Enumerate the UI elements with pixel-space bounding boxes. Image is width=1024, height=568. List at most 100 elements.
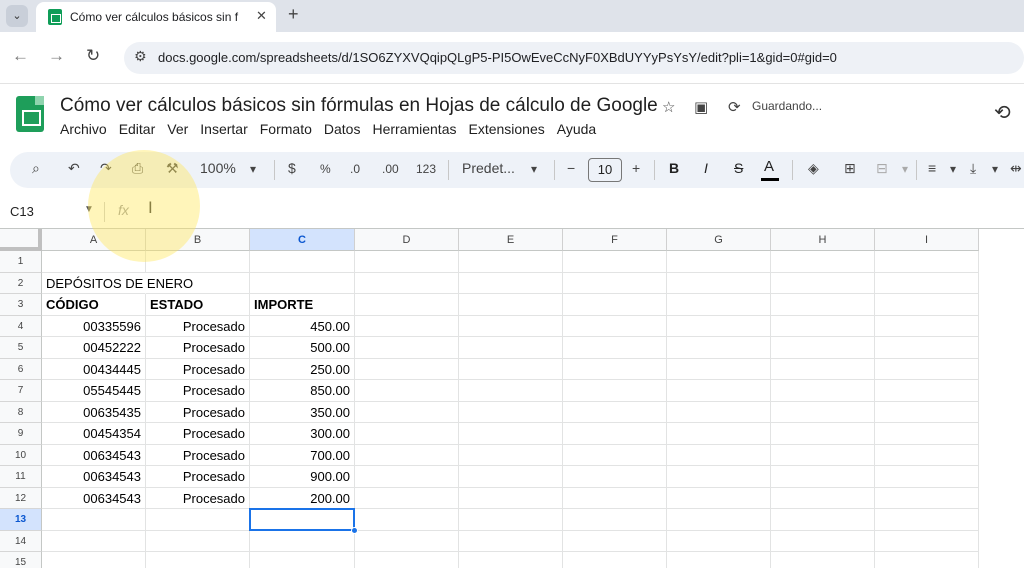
cell-g10[interactable] <box>667 444 771 466</box>
cell-d4[interactable] <box>355 315 459 337</box>
cell-h6[interactable] <box>771 358 875 380</box>
cell-g6[interactable] <box>667 358 771 380</box>
cell-e7[interactable] <box>459 380 563 402</box>
cell-d10[interactable] <box>355 444 459 466</box>
cell-c6[interactable]: 250.00 <box>250 358 355 380</box>
cell-b15[interactable] <box>146 552 250 568</box>
cell-b6[interactable]: Procesado <box>146 358 250 380</box>
cell-i9[interactable] <box>875 423 979 445</box>
decrease-decimal-button[interactable]: .0 <box>350 162 360 176</box>
bold-button[interactable]: B <box>669 160 679 176</box>
cell-d2[interactable] <box>355 272 459 294</box>
cell-b2[interactable] <box>146 272 250 294</box>
cell-b12[interactable]: Procesado <box>146 487 250 509</box>
cell-h11[interactable] <box>771 466 875 488</box>
cell-f7[interactable] <box>563 380 667 402</box>
cell-d15[interactable] <box>355 552 459 568</box>
cell-i13[interactable] <box>875 509 979 531</box>
cell-d1[interactable] <box>355 251 459 273</box>
cell-h2[interactable] <box>771 272 875 294</box>
fill-handle[interactable] <box>351 526 358 534</box>
cell-g8[interactable] <box>667 401 771 423</box>
cell-h14[interactable] <box>771 530 875 552</box>
cell-h4[interactable] <box>771 315 875 337</box>
font-dropdown-icon[interactable]: ▾ <box>531 162 537 176</box>
cell-d12[interactable] <box>355 487 459 509</box>
cell-b5[interactable]: Procesado <box>146 337 250 359</box>
cell-e10[interactable] <box>459 444 563 466</box>
column-header-c[interactable]: C <box>250 229 355 251</box>
cell-e12[interactable] <box>459 487 563 509</box>
cell-e2[interactable] <box>459 272 563 294</box>
cell-a9[interactable]: 00454354 <box>42 423 146 445</box>
cell-i5[interactable] <box>875 337 979 359</box>
column-header-e[interactable]: E <box>459 229 563 251</box>
back-icon[interactable]: ← <box>12 46 29 66</box>
cell-h7[interactable] <box>771 380 875 402</box>
cell-a7[interactable]: 05545445 <box>42 380 146 402</box>
cell-d8[interactable] <box>355 401 459 423</box>
menu-formato[interactable]: Formato <box>260 121 312 137</box>
cell-f13[interactable] <box>563 509 667 531</box>
cell-f12[interactable] <box>563 487 667 509</box>
cell-f5[interactable] <box>563 337 667 359</box>
cell-d6[interactable] <box>355 358 459 380</box>
font-size-field[interactable]: 10 <box>588 158 622 182</box>
spreadsheet-grid[interactable]: A B C D E F G H I 1 2 DEPÓSITOS DE ENERO 3 CÓDIGO ESTA… <box>0 228 1024 568</box>
column-header-h[interactable]: H <box>771 229 875 251</box>
cell-f14[interactable] <box>563 530 667 552</box>
cell-f9[interactable] <box>563 423 667 445</box>
cell-a15[interactable] <box>42 552 146 568</box>
strikethrough-button[interactable]: S <box>734 160 743 176</box>
cell-i4[interactable] <box>875 315 979 337</box>
cell-d9[interactable] <box>355 423 459 445</box>
new-tab-icon[interactable]: + <box>288 4 299 25</box>
zoom-dropdown-icon[interactable]: ▾ <box>250 162 256 176</box>
row-header-5[interactable]: 5 <box>0 337 42 359</box>
site-info-icon[interactable]: ⚙ <box>134 48 147 65</box>
cell-a10[interactable]: 00634543 <box>42 444 146 466</box>
cell-g3[interactable] <box>667 294 771 316</box>
cell-c7[interactable]: 850.00 <box>250 380 355 402</box>
currency-format-button[interactable]: $ <box>288 160 296 176</box>
cell-h9[interactable] <box>771 423 875 445</box>
cell-b13[interactable] <box>146 509 250 531</box>
cell-e13[interactable] <box>459 509 563 531</box>
borders-icon[interactable]: ⊞ <box>844 160 856 177</box>
cell-a13[interactable] <box>42 509 146 531</box>
column-header-g[interactable]: G <box>667 229 771 251</box>
document-title[interactable]: Cómo ver cálculos básicos sin fórmulas e… <box>60 95 658 117</box>
cell-f3[interactable] <box>563 294 667 316</box>
reload-icon[interactable]: ↻ <box>86 46 100 66</box>
cell-e8[interactable] <box>459 401 563 423</box>
cell-h8[interactable] <box>771 401 875 423</box>
url-field[interactable]: ⚙ docs.google.com/spreadsheets/d/1SO6ZYX… <box>124 42 1024 74</box>
menu-herramientas[interactable]: Herramientas <box>372 121 456 137</box>
cell-c1[interactable] <box>250 251 355 273</box>
menu-extensiones[interactable]: Extensiones <box>468 121 544 137</box>
cell-d3[interactable] <box>355 294 459 316</box>
cell-f11[interactable] <box>563 466 667 488</box>
tab-search-button[interactable]: ⌄ <box>6 5 28 27</box>
cell-i12[interactable] <box>875 487 979 509</box>
cell-f15[interactable] <box>563 552 667 568</box>
cell-b14[interactable] <box>146 530 250 552</box>
row-header-15[interactable]: 15 <box>0 552 42 568</box>
row-header-12[interactable]: 12 <box>0 487 42 509</box>
cell-d5[interactable] <box>355 337 459 359</box>
cell-e6[interactable] <box>459 358 563 380</box>
cell-g14[interactable] <box>667 530 771 552</box>
cell-c15[interactable] <box>250 552 355 568</box>
cell-i3[interactable] <box>875 294 979 316</box>
font-select[interactable]: Predet... <box>462 160 515 176</box>
cell-e15[interactable] <box>459 552 563 568</box>
text-wrap-icon[interactable]: ⇹ <box>1010 160 1022 177</box>
cell-h5[interactable] <box>771 337 875 359</box>
cell-i8[interactable] <box>875 401 979 423</box>
cell-a6[interactable]: 00434445 <box>42 358 146 380</box>
more-formats-button[interactable]: 123 <box>416 162 436 176</box>
cell-i15[interactable] <box>875 552 979 568</box>
browser-tab[interactable]: Cómo ver cálculos básicos sin f ✕ <box>36 2 276 32</box>
cell-f8[interactable] <box>563 401 667 423</box>
header-cell-a[interactable]: CÓDIGO <box>42 294 146 316</box>
